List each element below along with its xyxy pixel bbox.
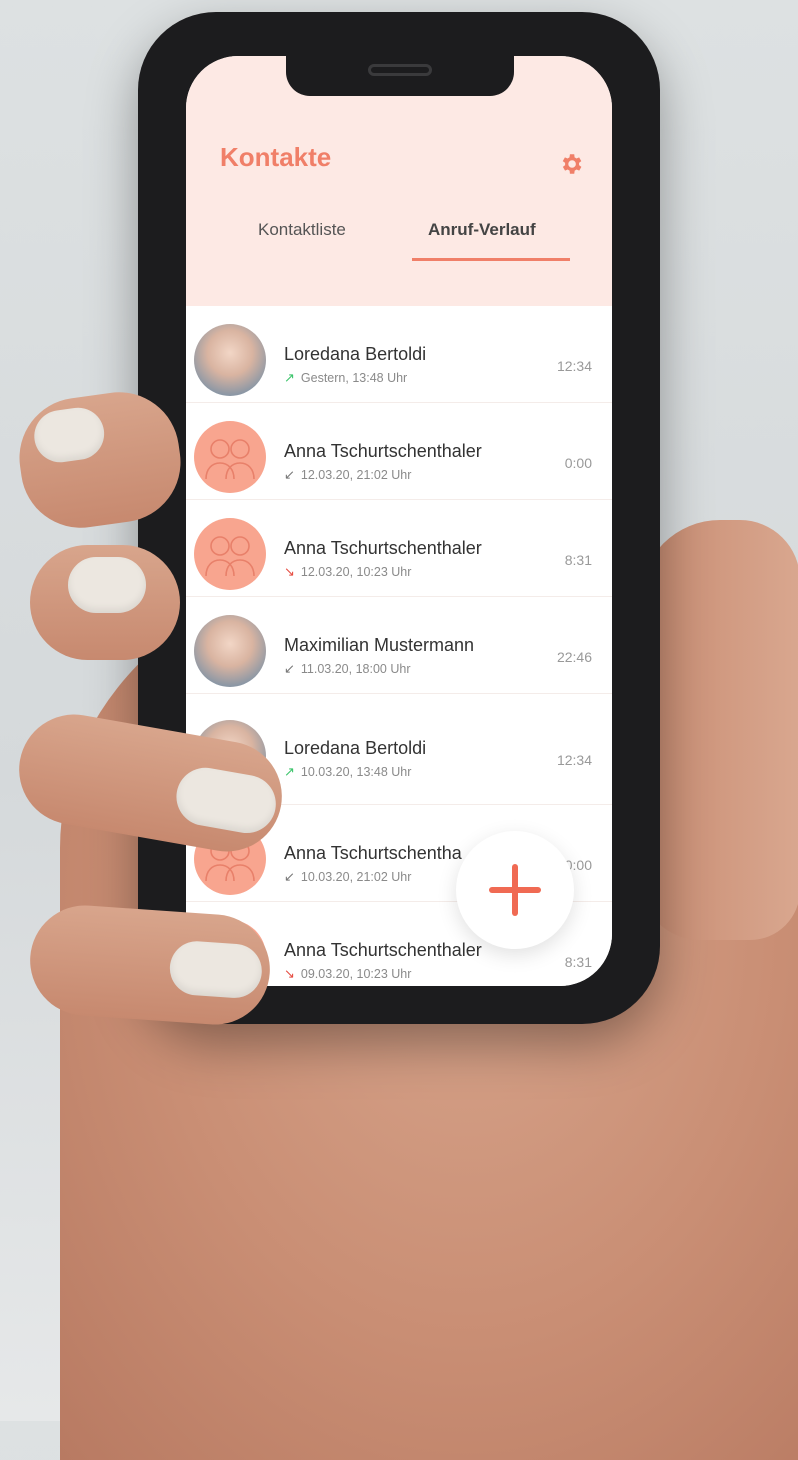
- page-title: Kontakte: [220, 142, 332, 172]
- tab-anruf-verlauf[interactable]: Anruf-Verlauf: [428, 220, 536, 240]
- avatar: [194, 615, 266, 687]
- call-time: 10.03.20, 21:02 Uhr: [300, 870, 412, 884]
- speaker-grille: [368, 64, 432, 76]
- call-time: 10.03.20, 13:48 Uhr: [300, 765, 412, 779]
- call-duration: 12:34: [556, 358, 592, 374]
- contact-name: Anna Tschurtschenthaler: [284, 538, 482, 558]
- call-time: 09.03.20, 10:23 Uhr: [300, 967, 412, 981]
- gear-icon[interactable]: [558, 151, 584, 177]
- tab-kontaktliste[interactable]: Kontaktliste: [258, 220, 346, 240]
- call-duration: 0:00: [564, 455, 592, 471]
- active-tab-indicator: [412, 258, 570, 261]
- call-details: ↙ 11.03.20, 18:00 Uhr: [284, 661, 410, 677]
- call-row[interactable]: Anna Tschurtschenthaler ↙ 12.03.20, 21:02…: [186, 403, 612, 500]
- fingernail: [168, 939, 264, 1000]
- call-details: ↙ 12.03.20, 21:02 Uhr: [284, 467, 411, 483]
- call-time: 11.03.20, 18:00 Uhr: [300, 662, 411, 676]
- fingernail: [30, 404, 108, 466]
- hand-finger-4: [26, 901, 274, 1029]
- call-row[interactable]: Maximilian Mustermann ↙ 11.03.20, 18:00 U…: [186, 597, 612, 694]
- add-contact-button[interactable]: [456, 831, 574, 949]
- contact-name: Loredana Bertoldi: [284, 738, 427, 758]
- fingernail: [68, 557, 146, 613]
- incoming-call-icon: ↙: [284, 467, 295, 482]
- avatar: [194, 518, 266, 590]
- call-duration: 12:34: [556, 752, 592, 768]
- plus-icon-vertical: [512, 864, 518, 916]
- contact-name: Maximilian Mustermann: [284, 635, 475, 655]
- call-time: 12.03.20, 10:23 Uhr: [300, 565, 412, 579]
- call-details: ↘ 09.03.20, 10:23 Uhr: [284, 966, 411, 982]
- call-row[interactable]: Loredana Bertoldi ↗ Gestern, 13:48 Uhr 12…: [186, 306, 612, 403]
- couple-illustration-icon: [205, 439, 255, 480]
- avatar: [194, 324, 266, 396]
- call-details: ↙ 10.03.20, 21:02 Uhr: [284, 869, 411, 885]
- call-details: ↗ Gestern, 13:48 Uhr: [284, 370, 407, 386]
- couple-illustration-icon: [205, 536, 255, 577]
- contact-name: Anna Tschurtschentha: [284, 843, 462, 863]
- contact-name: Anna Tschurtschenthaler: [284, 940, 482, 960]
- hand-finger-2: [30, 545, 180, 660]
- outgoing-call-icon: ↗: [284, 764, 295, 779]
- incoming-call-icon: ↙: [284, 869, 295, 884]
- incoming-call-icon: ↙: [284, 661, 295, 676]
- call-details: ↗ 10.03.20, 13:48 Uhr: [284, 764, 411, 780]
- call-row[interactable]: Anna Tschurtschenthaler ↘ 12.03.20, 10:23…: [186, 500, 612, 597]
- call-duration: 8:31: [564, 954, 592, 970]
- call-time: 12.03.20, 21:02 Uhr: [300, 468, 412, 482]
- contact-name: Loredana Bertoldi: [284, 344, 427, 364]
- avatar: [194, 421, 266, 493]
- fingernail: [171, 763, 281, 838]
- call-details: ↘ 12.03.20, 10:23 Uhr: [284, 564, 411, 580]
- hand-thumb: [640, 520, 798, 940]
- phone-notch: [286, 56, 514, 96]
- contact-name: Anna Tschurtschenthaler: [284, 441, 482, 461]
- outgoing-call-icon: ↗: [284, 370, 295, 385]
- missed-call-icon: ↘: [284, 966, 295, 981]
- call-duration: 22:46: [556, 649, 592, 665]
- call-duration: 8:31: [564, 552, 592, 568]
- call-time: Gestern, 13:48 Uhr: [300, 371, 408, 385]
- missed-call-icon: ↘: [284, 564, 295, 579]
